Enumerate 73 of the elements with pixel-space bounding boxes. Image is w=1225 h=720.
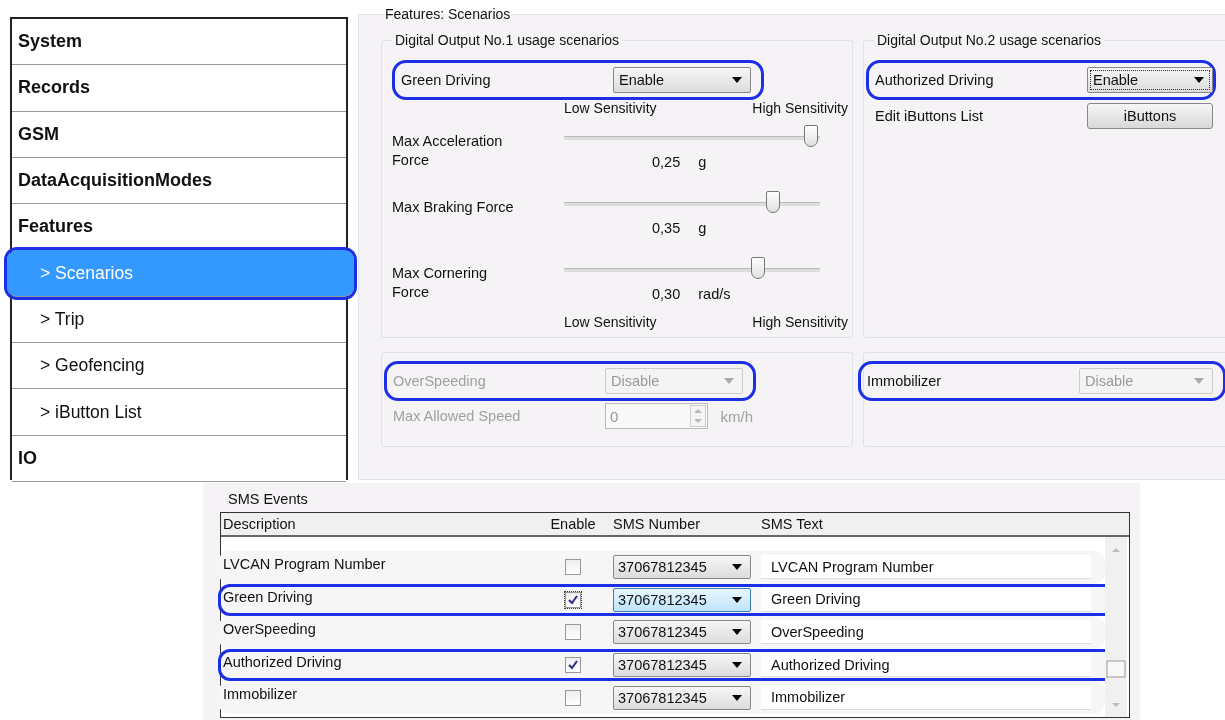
- dropdown[interactable]: 37067812345: [613, 653, 751, 678]
- input-field[interactable]: LVCAN Program Number: [761, 555, 1091, 580]
- unit-label: km/h: [720, 407, 753, 425]
- dropdown[interactable]: 37067812345: [613, 685, 751, 710]
- unit-label: g: [698, 220, 707, 236]
- slider-label: Max Braking Force: [392, 198, 515, 217]
- nav-subitem[interactable]: > Geofencing: [12, 343, 346, 390]
- scale-label: High Sensitivity: [752, 314, 848, 330]
- checkbox[interactable]: [565, 591, 581, 608]
- checkbox[interactable]: [565, 689, 581, 706]
- nav-section[interactable]: IO: [12, 435, 346, 482]
- scenario-label: Immobilizer: [867, 373, 943, 389]
- dropdown[interactable]: 37067812345: [613, 587, 751, 612]
- slider-label: Max Cornering Force: [392, 264, 489, 302]
- input-field[interactable]: OverSpeeding: [761, 620, 1091, 645]
- group-title: Features: Scenarios: [384, 6, 512, 22]
- checkbox[interactable]: [565, 657, 581, 674]
- caret-icon: [732, 77, 742, 83]
- input-field[interactable]: Green Driving: [761, 587, 1091, 612]
- setting-label: Max Allowed Speed: [393, 408, 522, 424]
- setting-label: Edit iButtons List: [875, 108, 984, 124]
- group-title: Digital Output No.2 usage scenarios: [876, 32, 1103, 48]
- column-header: SMS Text: [761, 516, 824, 532]
- caret-icon: [732, 596, 742, 603]
- nav-section[interactable]: System: [12, 19, 346, 66]
- nav-section[interactable]: Records: [12, 65, 346, 112]
- caret-icon: [1194, 77, 1204, 83]
- dropdown[interactable]: Enable: [613, 67, 751, 93]
- scrollbar[interactable]: [1105, 537, 1127, 717]
- nav-subitem[interactable]: > iButton List: [12, 389, 346, 436]
- panel-title: SMS Events: [227, 491, 309, 509]
- dropdown[interactable]: 37067812345: [613, 555, 751, 580]
- caret-icon: [732, 564, 742, 571]
- table-cell-text: Green Driving: [222, 587, 314, 605]
- caret-icon: [724, 378, 734, 384]
- checkbox[interactable]: [565, 559, 581, 576]
- slider-label: Max Acceleration Force: [392, 132, 504, 170]
- unit-label: rad/s: [698, 286, 731, 302]
- ibuttons-button[interactable]: iButtons: [1087, 103, 1213, 129]
- slider-value: 0,35: [652, 220, 681, 236]
- unit-label: g: [698, 154, 707, 170]
- scale-label: Low Sensitivity: [564, 100, 657, 116]
- caret-icon: [732, 694, 742, 701]
- group-title: Digital Output No.1 usage scenarios: [394, 32, 621, 48]
- table-cell-text: Immobilizer: [222, 685, 299, 703]
- nav-section[interactable]: DataAcquisitionModes: [12, 157, 346, 205]
- table-cell-text: Authorized Driving: [222, 652, 343, 670]
- column-header: Description: [222, 516, 297, 532]
- checkbox[interactable]: [565, 624, 581, 641]
- nav-subitem[interactable]: > Trip: [12, 296, 346, 344]
- column-header: Enable: [549, 516, 597, 532]
- column-header: SMS Number: [613, 516, 702, 532]
- input-field[interactable]: Immobilizer: [761, 685, 1091, 710]
- scenario-label: Green Driving: [401, 72, 492, 88]
- spinner-arrows-icon: [690, 405, 707, 427]
- slider-thumb[interactable]: [750, 257, 765, 279]
- scenario-label: Authorized Driving: [875, 72, 995, 88]
- input-field[interactable]: Authorized Driving: [761, 653, 1091, 678]
- caret-icon: [732, 662, 742, 669]
- slider-value: 0,25: [652, 154, 681, 170]
- dropdown[interactable]: 37067812345: [613, 620, 751, 645]
- scale-label: Low Sensitivity: [564, 314, 657, 330]
- slider-thumb[interactable]: [765, 191, 780, 213]
- nav-section[interactable]: GSM: [12, 111, 346, 158]
- scale-label: High Sensitivity: [752, 100, 848, 116]
- slider-thumb[interactable]: [804, 125, 819, 147]
- scenario-label: OverSpeeding: [393, 373, 487, 389]
- dropdown[interactable]: Enable: [1087, 67, 1213, 93]
- table-cell-text: LVCAN Program Number: [222, 555, 387, 572]
- caret-icon: [1194, 378, 1204, 384]
- table-cell-text: OverSpeeding: [222, 620, 317, 638]
- caret-icon: [732, 629, 742, 636]
- slider-value: 0,30: [652, 286, 681, 302]
